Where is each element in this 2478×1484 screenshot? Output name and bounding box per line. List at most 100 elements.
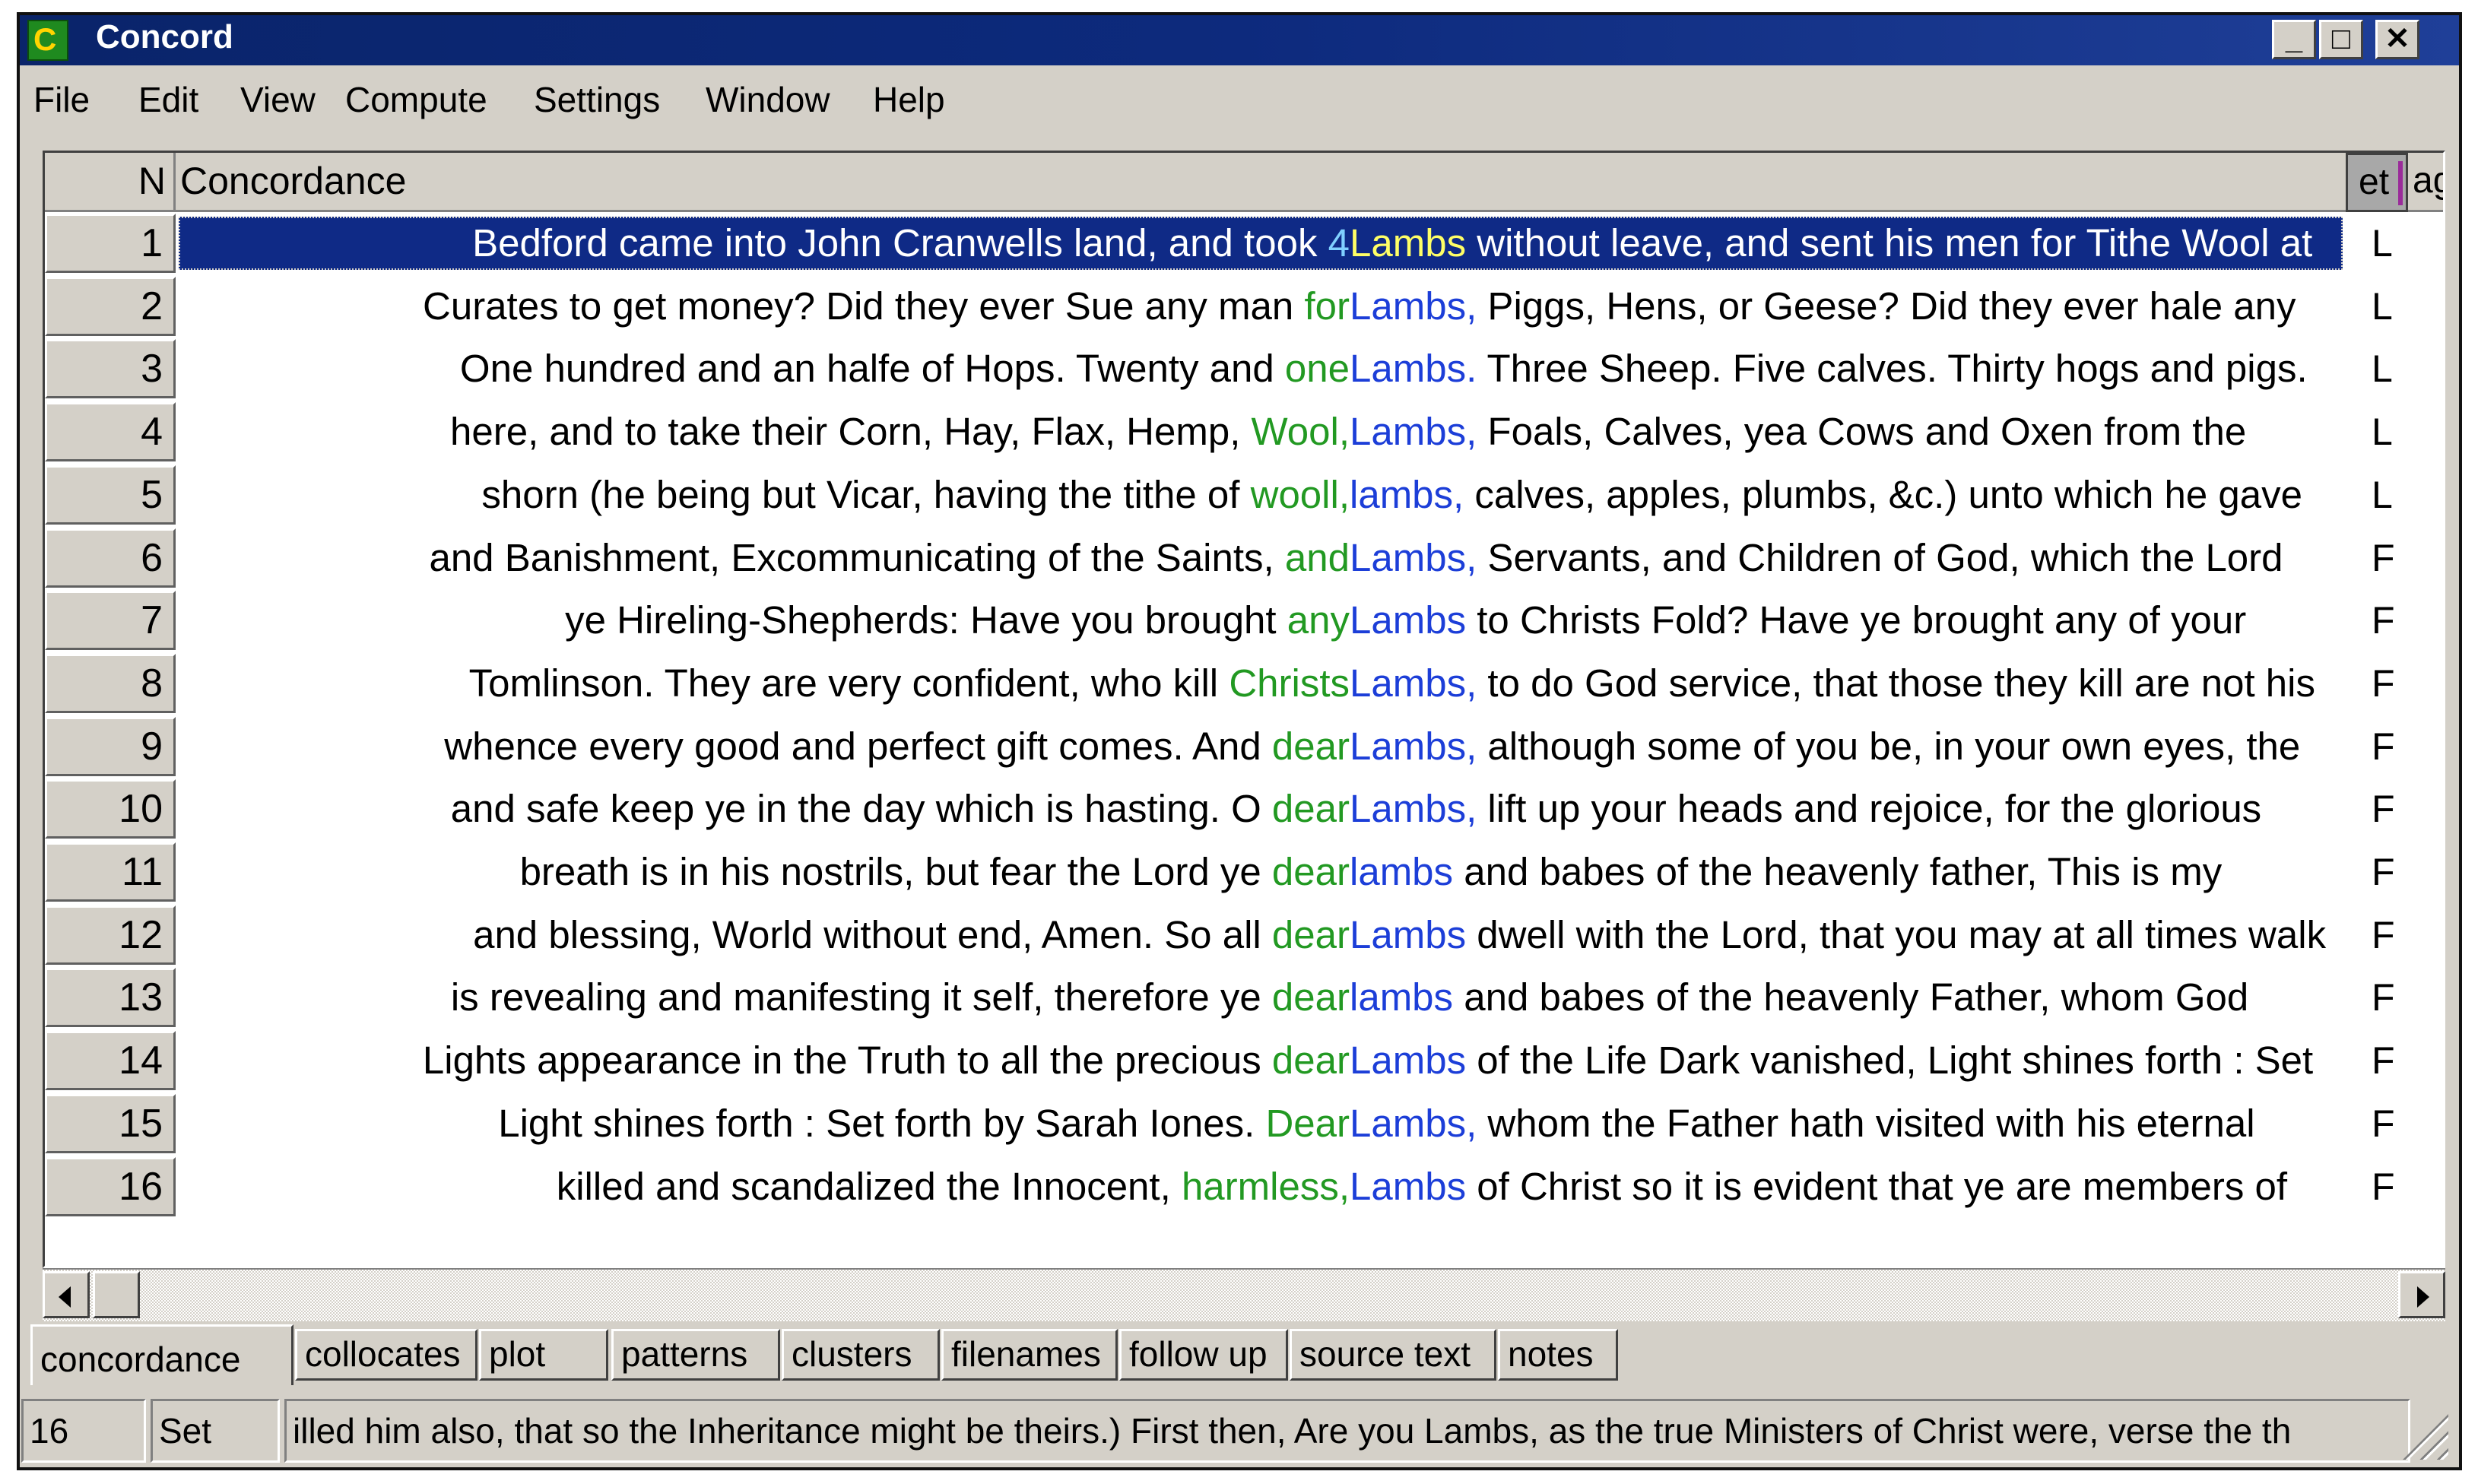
row-number[interactable]: 11 xyxy=(45,842,176,902)
table-row[interactable]: 12 and blessing, World without end, Amen.… xyxy=(45,905,2443,969)
menu-compute[interactable]: Compute xyxy=(345,79,487,120)
concordance-line[interactable]: Curates to get money? Did they ever Sue … xyxy=(176,277,2346,336)
menu-settings[interactable]: Settings xyxy=(534,79,660,120)
set-tag[interactable]: L xyxy=(2346,465,2408,525)
minimize-button[interactable]: _ xyxy=(2272,20,2316,59)
concordance-line[interactable]: Lights appearance in the Truth to all th… xyxy=(176,1031,2346,1090)
table-row[interactable]: 13 is revealing and manifesting it self, … xyxy=(45,968,2443,1031)
set-tag[interactable]: F xyxy=(2346,717,2408,776)
row-number[interactable]: 4 xyxy=(45,402,176,462)
close-button[interactable]: ✕ xyxy=(2375,20,2419,59)
set-tag[interactable]: L xyxy=(2346,277,2408,336)
tab-clusters[interactable]: clusters xyxy=(782,1329,940,1381)
table-row[interactable]: 11 breath is in his nostrils, but fear th… xyxy=(45,842,2443,905)
row-number[interactable]: 6 xyxy=(45,528,176,588)
tab-patterns[interactable]: patterns xyxy=(611,1329,780,1381)
left-context-group: Lights appearance in the Truth to all th… xyxy=(423,1031,1350,1090)
concord-app-icon[interactable]: C xyxy=(27,20,68,61)
set-tag[interactable]: F xyxy=(2346,1031,2408,1090)
tab-plot[interactable]: plot xyxy=(479,1329,608,1381)
row-number[interactable]: 9 xyxy=(45,716,176,776)
concordance-line[interactable]: Light shines forth : Set forth by Sarah … xyxy=(176,1094,2346,1153)
concordance-line[interactable]: breath is in his nostrils, but fear the … xyxy=(176,842,2346,902)
scroll-left-button[interactable] xyxy=(43,1271,90,1318)
set-tag[interactable]: L xyxy=(2346,402,2408,461)
table-row[interactable]: 15 Light shines forth : Set forth by Sara… xyxy=(45,1093,2443,1157)
tab-source-text[interactable]: source text xyxy=(1290,1329,1496,1381)
concordance-line[interactable]: Tomlinson. They are very confident, who … xyxy=(176,654,2346,713)
concordance-line[interactable]: Bedford came into John Cranwells land, a… xyxy=(176,214,2346,273)
table-row[interactable]: 14 Lights appearance in the Truth to all … xyxy=(45,1031,2443,1094)
concordance-line[interactable]: ye Hireling-Shepherds: Have you brought … xyxy=(176,591,2346,650)
menu-help[interactable]: Help xyxy=(873,79,945,120)
row-number[interactable]: 10 xyxy=(45,779,176,839)
horizontal-scrollbar[interactable] xyxy=(43,1268,2445,1321)
column-header-concordance[interactable]: Concordance xyxy=(176,153,2346,212)
column-header-ag[interactable]: ag xyxy=(2408,153,2443,212)
set-tag[interactable]: F xyxy=(2346,591,2408,650)
row-number[interactable]: 7 xyxy=(45,591,176,651)
row-number[interactable]: 3 xyxy=(45,339,176,399)
tab-concordance[interactable]: concordance xyxy=(30,1324,293,1385)
set-tag[interactable]: F xyxy=(2346,1157,2408,1216)
table-row[interactable]: 16 killed and scandalized the Innocent, h… xyxy=(45,1156,2443,1220)
scroll-right-button[interactable] xyxy=(2398,1271,2445,1318)
set-tag[interactable]: L xyxy=(2346,339,2408,398)
row-number[interactable]: 12 xyxy=(45,905,176,965)
tab-filenames[interactable]: filenames xyxy=(941,1329,1118,1381)
row-number[interactable]: 1 xyxy=(45,214,176,273)
menu-view[interactable]: View xyxy=(240,79,316,120)
table-row[interactable]: 10 and safe keep ye in the day which is h… xyxy=(45,779,2443,842)
concordance-line[interactable]: killed and scandalized the Innocent, har… xyxy=(176,1157,2346,1216)
set-tag[interactable]: F xyxy=(2346,654,2408,713)
set-tag[interactable]: F xyxy=(2346,1094,2408,1153)
table-row[interactable]: 5 shorn (he being but Vicar, having the t… xyxy=(45,465,2443,528)
scroll-thumb[interactable] xyxy=(93,1271,140,1318)
search-keyword: Lambs xyxy=(1350,221,1467,265)
table-row[interactable]: 1 Bedford came into John Cranwells land, … xyxy=(45,214,2443,277)
arrow-left-icon xyxy=(59,1286,71,1308)
row-number[interactable]: 15 xyxy=(45,1093,176,1153)
table-row[interactable]: 9 whence every good and perfect gift come… xyxy=(45,716,2443,780)
concordance-line[interactable]: and Banishment, Excommunicating of the S… xyxy=(176,528,2346,588)
concordance-line[interactable]: and safe keep ye in the day which is has… xyxy=(176,779,2346,839)
concordance-line[interactable]: whence every good and perfect gift comes… xyxy=(176,717,2346,776)
column-header-et[interactable]: et xyxy=(2346,153,2408,212)
row-number[interactable]: 8 xyxy=(45,653,176,713)
collocate-word: Christs xyxy=(1229,661,1350,705)
concordance-line[interactable]: here, and to take their Corn, Hay, Flax,… xyxy=(176,402,2346,461)
menu-file[interactable]: File xyxy=(33,79,90,120)
concordance-line[interactable]: shorn (he being but Vicar, having the ti… xyxy=(176,465,2346,525)
set-tag[interactable]: F xyxy=(2346,528,2408,588)
table-row[interactable]: 2 Curates to get money? Did they ever Sue… xyxy=(45,276,2443,340)
table-row[interactable]: 6 and Banishment, Excommunicating of the … xyxy=(45,528,2443,591)
column-header-n[interactable]: N xyxy=(45,153,176,212)
concordance-line[interactable]: One hundred and an halfe of Hops. Twenty… xyxy=(176,339,2346,398)
node-group: Lambs, lift up your heads and rejoice, f… xyxy=(1350,779,2261,839)
row-number[interactable]: 5 xyxy=(45,465,176,525)
menu-window[interactable]: Window xyxy=(706,79,830,120)
row-number[interactable]: 13 xyxy=(45,968,176,1028)
row-number[interactable]: 14 xyxy=(45,1031,176,1091)
tab-collocates[interactable]: collocates xyxy=(295,1329,478,1381)
tab-follow-up[interactable]: follow up xyxy=(1119,1329,1288,1381)
maximize-button[interactable]: □ xyxy=(2319,20,2363,59)
table-row[interactable]: 8 Tomlinson. They are very confident, who… xyxy=(45,653,2443,717)
set-tag[interactable]: F xyxy=(2346,779,2408,839)
table-row[interactable]: 7 ye Hireling-Shepherds: Have you brought… xyxy=(45,591,2443,654)
set-tag[interactable]: F xyxy=(2346,905,2408,965)
row-number[interactable]: 16 xyxy=(45,1156,176,1216)
row-number[interactable]: 2 xyxy=(45,276,176,336)
title-bar[interactable]: C Concord _ □ ✕ xyxy=(20,15,2459,65)
set-tag[interactable]: L xyxy=(2346,214,2408,273)
tab-notes[interactable]: notes xyxy=(1498,1329,1618,1381)
left-context: and blessing, World without end, Amen. S… xyxy=(473,912,1261,956)
concordance-grid[interactable]: N Concordance et ag 1 Bedford came into J… xyxy=(43,151,2445,1268)
table-row[interactable]: 4 here, and to take their Corn, Hay, Flax… xyxy=(45,402,2443,465)
set-tag[interactable]: F xyxy=(2346,968,2408,1027)
menu-edit[interactable]: Edit xyxy=(138,79,198,120)
set-tag[interactable]: F xyxy=(2346,842,2408,902)
table-row[interactable]: 3 One hundred and an halfe of Hops. Twent… xyxy=(45,339,2443,402)
concordance-line[interactable]: and blessing, World without end, Amen. S… xyxy=(176,905,2346,965)
concordance-line[interactable]: is revealing and manifesting it self, th… xyxy=(176,968,2346,1027)
